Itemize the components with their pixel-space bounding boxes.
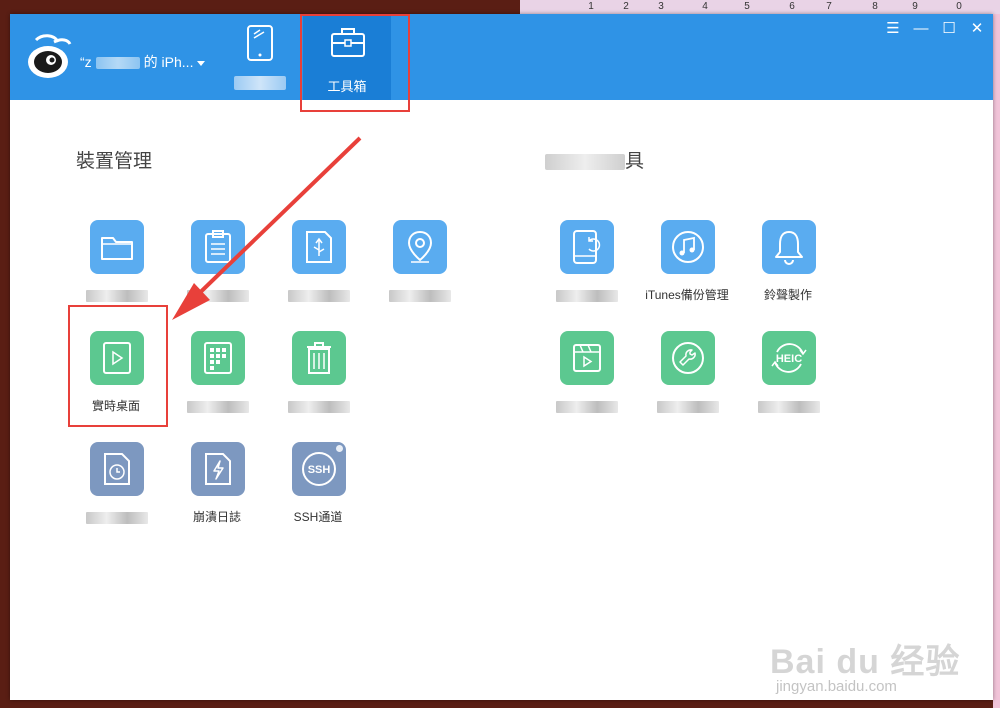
device-selector[interactable]: “z 的 iPh... — [80, 52, 206, 72]
watermark-text: Bai du 经验 — [770, 643, 961, 681]
tool-clipboard[interactable] — [167, 220, 267, 320]
tool-flash-file[interactable]: 崩潰日誌 — [167, 442, 267, 542]
tool-ringtone[interactable]: 鈴聲製作 — [738, 220, 838, 320]
tool-label: 崩潰日誌 — [192, 510, 241, 524]
tool-ssh[interactable]: SSH SSH通道 — [268, 442, 368, 542]
lightning-file-icon — [191, 442, 245, 496]
maximize-icon[interactable]: ☐ — [941, 20, 957, 37]
tool-location[interactable] — [369, 220, 469, 320]
tool-usb-drive[interactable] — [268, 220, 368, 320]
blurred-section-title — [545, 153, 625, 170]
tool-label: 鈴聲製作 — [763, 288, 812, 302]
usb-drive-icon — [292, 220, 346, 274]
blurred-tool-label — [288, 401, 350, 413]
background-spreadsheet-strip: 1 2 3 4 5 6 7 8 9 0 — [520, 0, 1000, 14]
trash-icon — [292, 331, 346, 385]
heic-icon-text: HEIC — [776, 353, 802, 365]
bg-cell: 9 — [912, 1, 918, 12]
bg-cell: 8 — [872, 1, 878, 12]
blurred-tool-label — [758, 401, 820, 413]
section-title-device-management: 裝置管理 — [76, 151, 153, 172]
tool-video[interactable] — [536, 331, 636, 431]
bg-cell: 2 — [623, 1, 629, 12]
device-name-prefix: “z — [80, 54, 92, 70]
window-controls: ☰ — ☐ ✕ — [885, 20, 985, 40]
bg-cell: 6 — [789, 1, 795, 12]
heic-icon: HEIC — [762, 331, 816, 385]
folder-icon — [90, 220, 144, 274]
background-edge — [993, 14, 1000, 708]
blurred-tool-label — [86, 290, 148, 302]
bg-cell: 4 — [702, 1, 708, 12]
clipboard-icon — [191, 220, 245, 274]
blurred-tool-label — [556, 401, 618, 413]
notification-dot — [336, 445, 343, 452]
blurred-tool-label — [389, 290, 451, 302]
bg-cell: 7 — [826, 1, 832, 12]
chevron-down-icon — [197, 60, 206, 66]
blurred-tool-label — [556, 290, 618, 302]
clock-file-icon — [90, 442, 144, 496]
music-sync-icon — [661, 220, 715, 274]
bg-cell: 1 — [588, 1, 594, 12]
tool-label: SSH通道 — [293, 510, 343, 524]
ssh-icon-text: SSH — [308, 464, 331, 476]
highlight-box-toolbox — [300, 14, 410, 112]
phone-sync-icon — [560, 220, 614, 274]
minimize-icon[interactable]: — — [913, 20, 929, 37]
tool-log-clock[interactable] — [66, 442, 166, 542]
tool-apps-grid[interactable] — [167, 331, 267, 431]
device-name-suffix: 的 iPh... — [143, 54, 194, 70]
location-pin-icon — [393, 220, 447, 274]
blurred-device-name — [95, 57, 140, 70]
tool-heic[interactable]: HEIC — [738, 331, 838, 431]
grid-icon — [191, 331, 245, 385]
blurred-tool-label — [288, 290, 350, 302]
close-icon[interactable]: ✕ — [969, 20, 985, 37]
section-title-tools-text: 具 — [625, 151, 645, 172]
tool-label: iTunes備份管理 — [645, 288, 729, 302]
app-logo-icon — [28, 34, 72, 78]
bg-cell: 5 — [744, 1, 750, 12]
tool-phone-sync[interactable] — [536, 220, 636, 320]
watermark-url: jingyan.baidu.com — [776, 678, 897, 695]
tool-trash[interactable] — [268, 331, 368, 431]
video-icon — [560, 331, 614, 385]
section-title-tools: 具 — [545, 146, 644, 173]
blurred-tab-label — [234, 76, 286, 90]
blurred-tool-label — [187, 401, 249, 413]
tool-repair[interactable] — [637, 331, 737, 431]
menu-icon[interactable]: ☰ — [885, 20, 901, 37]
bg-cell: 0 — [956, 1, 962, 12]
blurred-tool-label — [86, 512, 148, 524]
bg-cell: 3 — [658, 1, 664, 12]
tool-itunes-backup[interactable]: iTunes備份管理 — [637, 220, 737, 320]
ssh-icon: SSH — [292, 442, 346, 496]
watermark: Bai du 经验 jingyan.baidu.com — [770, 612, 970, 702]
title-bar: “z 的 iPh... 工具箱 ☰ — ☐ ✕ — [10, 14, 993, 100]
blurred-tool-label — [657, 401, 719, 413]
highlight-box-realtime-desktop — [68, 305, 168, 427]
tablet-icon — [247, 25, 273, 61]
blurred-tool-label — [187, 290, 249, 302]
wrench-icon — [661, 331, 715, 385]
bell-icon — [762, 220, 816, 274]
tab-device[interactable] — [216, 14, 304, 100]
